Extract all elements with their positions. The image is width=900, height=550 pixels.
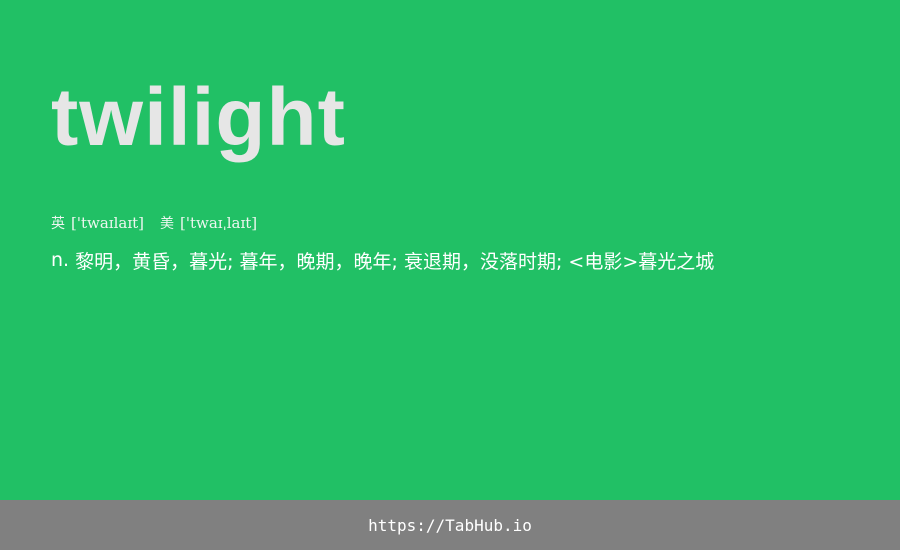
uk-pronunciation: 英 ['twaɪlaɪt] <box>51 213 144 233</box>
us-label: 美 <box>160 216 175 232</box>
us-pronunciation: 美 ['twaɪˌlaɪt] <box>160 213 257 233</box>
us-ipa: ['twaɪˌlaɪt] <box>180 214 258 232</box>
tabhub-link[interactable]: https://TabHub.io <box>368 516 532 535</box>
phonetics-row: 英 ['twaɪlaɪt] 美 ['twaɪˌlaɪt] <box>51 212 257 234</box>
uk-ipa: ['twaɪlaɪt] <box>71 214 145 232</box>
word-card: twilight 英 ['twaɪlaɪt] 美 ['twaɪˌlaɪt] n.… <box>0 0 900 500</box>
headword: twilight <box>51 72 346 163</box>
definition-text: 黎明，黄昏，暮光; 暮年，晚期，晚年; 衰退期，没落时期; <电影>暮光之城 <box>75 250 715 273</box>
uk-label: 英 <box>51 216 65 232</box>
part-of-speech: n. <box>51 249 70 271</box>
definition-row: n. 黎明，黄昏，暮光; 暮年，晚期，晚年; 衰退期，没落时期; <电影>暮光之… <box>51 246 714 274</box>
footer-bar: https://TabHub.io <box>0 500 900 550</box>
